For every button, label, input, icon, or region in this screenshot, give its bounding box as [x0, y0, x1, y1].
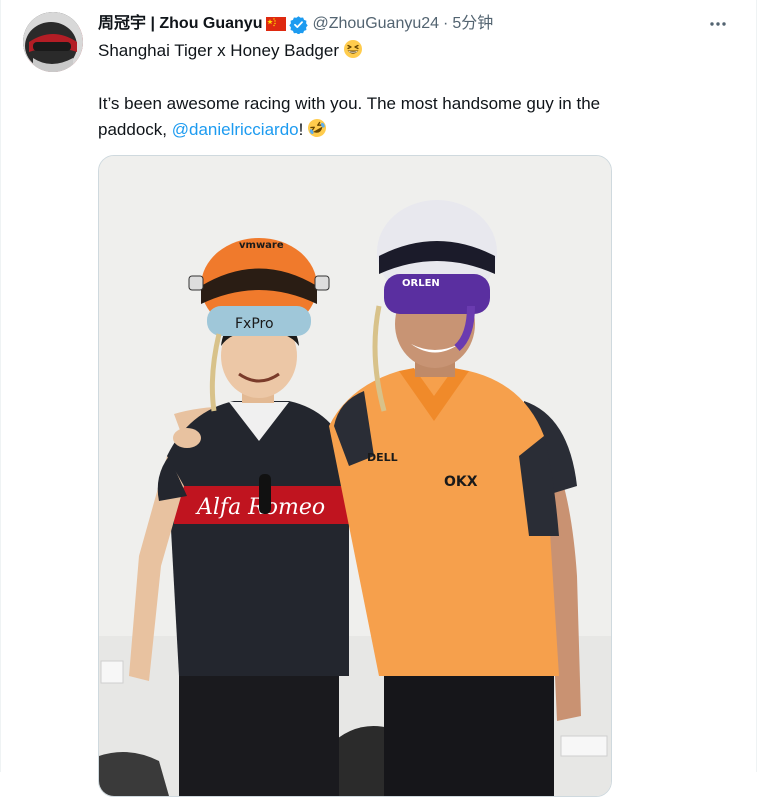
svg-text:DELL: DELL	[367, 451, 398, 464]
tweet-line-1-text: Shanghai Tiger x Honey Badger	[98, 41, 339, 60]
tweet-card[interactable]: 周冠宇 | Zhou Guanyu @ZhouGuanyu24 · 5分钟 Sh…	[0, 0, 757, 797]
tweet-line-3-prefix: paddock,	[98, 120, 172, 139]
user-handle[interactable]: @ZhouGuanyu24	[312, 12, 439, 36]
china-flag-icon	[266, 17, 287, 31]
svg-text:OKX: OKX	[444, 474, 478, 490]
more-options-icon[interactable]	[706, 12, 730, 36]
separator-dot: ·	[443, 15, 449, 32]
svg-text:FxPro: FxPro	[235, 316, 274, 332]
tweet-line-3-suffix: !	[298, 120, 304, 139]
tweet-line-3: paddock, @danielricciardo!	[98, 117, 698, 146]
tweet-line-2: It’s been awesome racing with you. The m…	[98, 94, 601, 113]
tweet-line-1: Shanghai Tiger x Honey Badger	[98, 38, 698, 67]
verified-badge-icon	[289, 15, 309, 35]
svg-text:vmware: vmware	[239, 240, 284, 251]
display-name[interactable]: 周冠宇 | Zhou Guanyu	[98, 12, 262, 36]
svg-text:ORLEN: ORLEN	[402, 278, 440, 289]
rolling-on-floor-laughing-emoji	[307, 118, 327, 146]
tweet-photo[interactable]: Alfa Romeo FxPro vmware DELL OKX ORLEN	[98, 155, 612, 797]
tweet-text: Shanghai Tiger x Honey Badger It’s been …	[98, 38, 698, 146]
avatar[interactable]	[23, 12, 83, 72]
mention-link[interactable]: @danielricciardo	[172, 120, 299, 139]
tweet-header: 周冠宇 | Zhou Guanyu @ZhouGuanyu24 · 5分钟	[98, 12, 736, 36]
tweet-timestamp[interactable]: 5分钟	[452, 12, 493, 36]
grinning-squinting-face-emoji	[343, 39, 363, 67]
